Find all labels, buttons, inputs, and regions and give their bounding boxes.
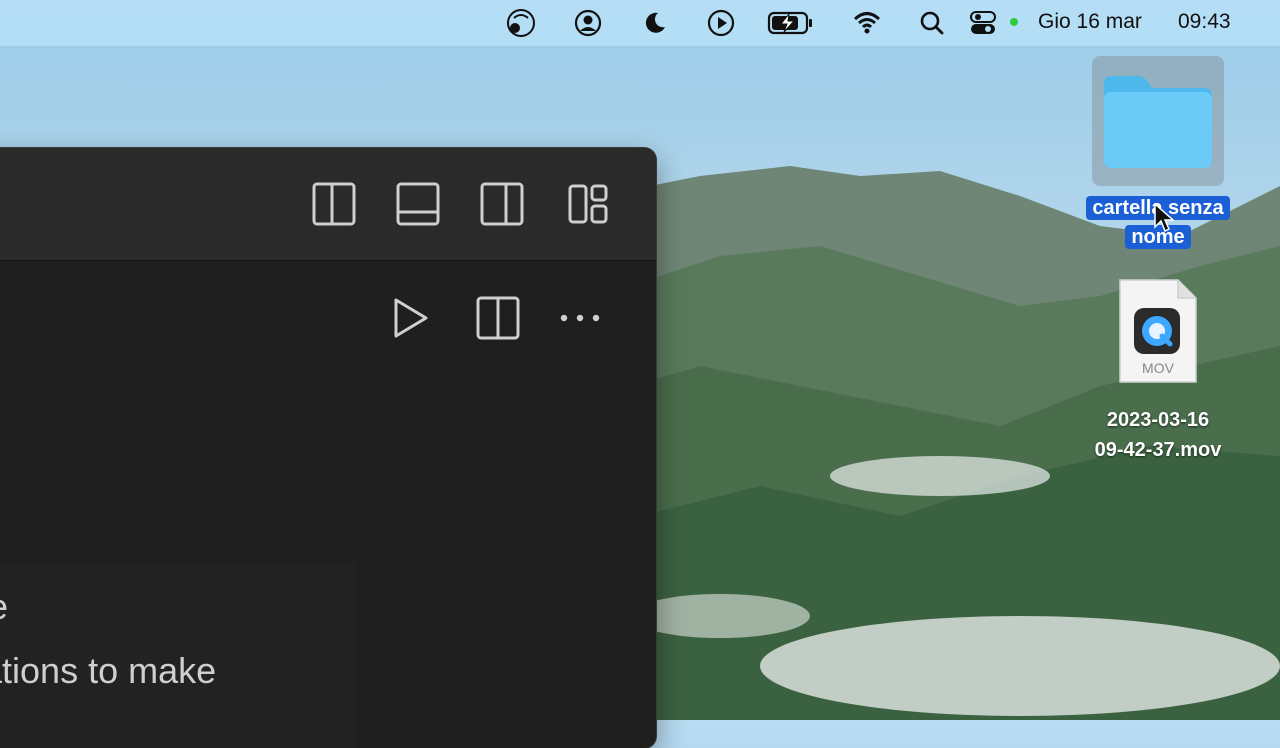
toggle-secondary-sidebar-icon[interactable] [478,180,526,228]
wifi-icon[interactable] [852,8,882,38]
customize-layout-icon[interactable] [564,180,612,228]
desktop-file-label[interactable]: 2023-03-16 09-42-37.mov [1060,405,1256,465]
mouse-cursor-icon [1154,203,1174,233]
file-name-line2: 09-42-37.mov [1094,439,1222,461]
moon-icon[interactable] [640,8,670,38]
control-center-icon[interactable] [968,8,998,38]
status-dot [1010,18,1018,26]
play-circle-icon[interactable] [706,8,736,38]
menu-bar: Gio 16 mar 09:43 [0,0,1280,46]
more-actions-icon[interactable] [556,294,604,342]
welcome-heading: e [0,586,8,628]
desktop-file-mov[interactable]: MOV [1118,278,1198,384]
search-icon[interactable] [917,8,947,38]
file-type-label: MOV [1142,360,1174,376]
menubar-time[interactable]: 09:43 [1178,10,1231,34]
desktop-folder[interactable] [1092,56,1224,186]
window-titlebar [0,148,656,261]
run-icon[interactable] [386,294,434,342]
split-editor-icon[interactable] [474,294,522,342]
folder-icon [1104,76,1212,168]
screen-mirroring-icon[interactable] [506,8,536,38]
file-name-line1: 2023-03-16 [1106,409,1210,431]
editor-window: e ations to make [0,148,656,748]
user-account-icon[interactable] [573,8,603,38]
battery-charging-icon[interactable] [766,8,816,38]
toggle-panel-icon[interactable] [394,180,442,228]
welcome-description: ations to make [0,650,217,691]
toggle-primary-sidebar-icon[interactable] [310,180,358,228]
menubar-date[interactable]: Gio 16 mar [1038,10,1142,34]
